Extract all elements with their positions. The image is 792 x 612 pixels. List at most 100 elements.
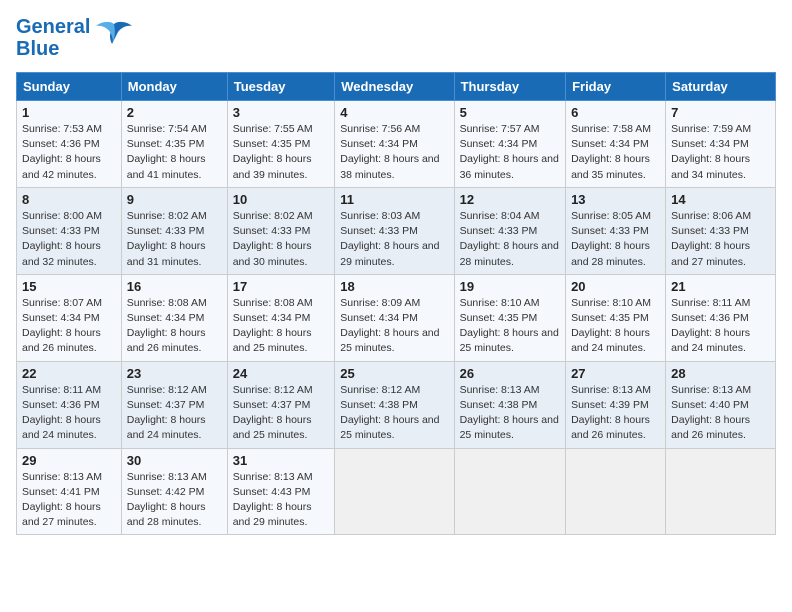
day-number: 2 — [127, 105, 222, 120]
day-number: 8 — [22, 192, 116, 207]
day-info: Sunrise: 7:57 AMSunset: 4:34 PMDaylight:… — [460, 122, 560, 183]
calendar-day-cell — [566, 448, 666, 535]
logo: General Blue — [16, 16, 132, 60]
calendar-week-row: 1 Sunrise: 7:53 AMSunset: 4:36 PMDaylight… — [17, 101, 776, 188]
calendar-day-cell: 30Sunrise: 8:13 AMSunset: 4:42 PMDayligh… — [121, 448, 227, 535]
calendar-day-cell: 6 Sunrise: 7:58 AMSunset: 4:34 PMDaylight… — [566, 101, 666, 188]
calendar-day-cell: 7Sunrise: 7:59 AMSunset: 4:34 PMDaylight… — [666, 101, 776, 188]
weekday-header-tuesday: Tuesday — [227, 73, 335, 101]
calendar-day-cell: 25 Sunrise: 8:12 AMSunset: 4:38 PMDayligh… — [335, 361, 454, 448]
day-info: Sunrise: 8:13 AMSunset: 4:40 PMDaylight:… — [671, 383, 770, 444]
calendar-table: SundayMondayTuesdayWednesdayThursdayFrid… — [16, 72, 776, 535]
day-number: 28 — [671, 366, 770, 381]
calendar-body: 1 Sunrise: 7:53 AMSunset: 4:36 PMDaylight… — [17, 101, 776, 535]
day-info: Sunrise: 8:11 AMSunset: 4:36 PMDaylight:… — [22, 383, 116, 444]
day-info: Sunrise: 8:10 AMSunset: 4:35 PMDaylight:… — [571, 296, 660, 357]
calendar-day-cell: 31Sunrise: 8:13 AMSunset: 4:43 PMDayligh… — [227, 448, 335, 535]
day-number: 21 — [671, 279, 770, 294]
day-info: Sunrise: 8:13 AMSunset: 4:38 PMDaylight:… — [460, 383, 560, 444]
calendar-week-row: 15 Sunrise: 8:07 AMSunset: 4:34 PMDayligh… — [17, 274, 776, 361]
calendar-day-cell: 10 Sunrise: 8:02 AMSunset: 4:33 PMDayligh… — [227, 187, 335, 274]
calendar-day-cell: 19Sunrise: 8:10 AMSunset: 4:35 PMDayligh… — [454, 274, 565, 361]
day-info: Sunrise: 8:12 AMSunset: 4:37 PMDaylight:… — [233, 383, 330, 444]
day-number: 5 — [460, 105, 560, 120]
calendar-header: SundayMondayTuesdayWednesdayThursdayFrid… — [17, 73, 776, 101]
day-number: 12 — [460, 192, 560, 207]
calendar-day-cell: 22 Sunrise: 8:11 AMSunset: 4:36 PMDayligh… — [17, 361, 122, 448]
day-info: Sunrise: 7:59 AMSunset: 4:34 PMDaylight:… — [671, 122, 770, 183]
day-number: 27 — [571, 366, 660, 381]
day-number: 15 — [22, 279, 116, 294]
page-header: General Blue — [16, 16, 776, 60]
day-number: 20 — [571, 279, 660, 294]
calendar-week-row: 8 Sunrise: 8:00 AMSunset: 4:33 PMDaylight… — [17, 187, 776, 274]
calendar-day-cell: 23 Sunrise: 8:12 AMSunset: 4:37 PMDayligh… — [121, 361, 227, 448]
day-info: Sunrise: 8:07 AMSunset: 4:34 PMDaylight:… — [22, 296, 116, 357]
weekday-header-saturday: Saturday — [666, 73, 776, 101]
calendar-day-cell: 24Sunrise: 8:12 AMSunset: 4:37 PMDayligh… — [227, 361, 335, 448]
day-number: 29 — [22, 453, 116, 468]
day-number: 9 — [127, 192, 222, 207]
logo-bird-icon — [96, 20, 132, 48]
calendar-day-cell — [454, 448, 565, 535]
day-info: Sunrise: 7:56 AMSunset: 4:34 PMDaylight:… — [340, 122, 448, 183]
calendar-day-cell: 15 Sunrise: 8:07 AMSunset: 4:34 PMDayligh… — [17, 274, 122, 361]
day-number: 31 — [233, 453, 330, 468]
day-info: Sunrise: 8:09 AMSunset: 4:34 PMDaylight:… — [340, 296, 448, 357]
day-info: Sunrise: 8:02 AMSunset: 4:33 PMDaylight:… — [233, 209, 330, 270]
day-number: 16 — [127, 279, 222, 294]
day-info: Sunrise: 8:00 AMSunset: 4:33 PMDaylight:… — [22, 209, 116, 270]
weekday-header-thursday: Thursday — [454, 73, 565, 101]
calendar-day-cell: 4 Sunrise: 7:56 AMSunset: 4:34 PMDaylight… — [335, 101, 454, 188]
calendar-day-cell: 20 Sunrise: 8:10 AMSunset: 4:35 PMDayligh… — [566, 274, 666, 361]
day-number: 30 — [127, 453, 222, 468]
day-number: 25 — [340, 366, 448, 381]
day-number: 3 — [233, 105, 330, 120]
day-number: 4 — [340, 105, 448, 120]
day-info: Sunrise: 8:06 AMSunset: 4:33 PMDaylight:… — [671, 209, 770, 270]
calendar-day-cell: 9 Sunrise: 8:02 AMSunset: 4:33 PMDaylight… — [121, 187, 227, 274]
day-number: 26 — [460, 366, 560, 381]
day-info: Sunrise: 8:05 AMSunset: 4:33 PMDaylight:… — [571, 209, 660, 270]
day-number: 22 — [22, 366, 116, 381]
calendar-day-cell: 14 Sunrise: 8:06 AMSunset: 4:33 PMDayligh… — [666, 187, 776, 274]
weekday-header-friday: Friday — [566, 73, 666, 101]
calendar-day-cell: 3Sunrise: 7:55 AMSunset: 4:35 PMDaylight… — [227, 101, 335, 188]
day-number: 17 — [233, 279, 330, 294]
weekday-header-monday: Monday — [121, 73, 227, 101]
day-number: 10 — [233, 192, 330, 207]
day-info: Sunrise: 7:54 AMSunset: 4:35 PMDaylight:… — [127, 122, 222, 183]
calendar-day-cell: 29Sunrise: 8:13 AMSunset: 4:41 PMDayligh… — [17, 448, 122, 535]
day-info: Sunrise: 7:53 AMSunset: 4:36 PMDaylight:… — [22, 122, 116, 183]
day-number: 14 — [671, 192, 770, 207]
day-number: 1 — [22, 105, 116, 120]
day-info: Sunrise: 8:04 AMSunset: 4:33 PMDaylight:… — [460, 209, 560, 270]
day-info: Sunrise: 8:03 AMSunset: 4:33 PMDaylight:… — [340, 209, 448, 270]
logo-text: General — [16, 16, 90, 38]
day-info: Sunrise: 8:08 AMSunset: 4:34 PMDaylight:… — [233, 296, 330, 357]
calendar-day-cell: 28 Sunrise: 8:13 AMSunset: 4:40 PMDayligh… — [666, 361, 776, 448]
calendar-day-cell: 21 Sunrise: 8:11 AMSunset: 4:36 PMDayligh… — [666, 274, 776, 361]
day-number: 18 — [340, 279, 448, 294]
day-number: 23 — [127, 366, 222, 381]
day-info: Sunrise: 8:12 AMSunset: 4:38 PMDaylight:… — [340, 383, 448, 444]
day-info: Sunrise: 8:12 AMSunset: 4:37 PMDaylight:… — [127, 383, 222, 444]
calendar-day-cell: 13Sunrise: 8:05 AMSunset: 4:33 PMDayligh… — [566, 187, 666, 274]
day-info: Sunrise: 8:02 AMSunset: 4:33 PMDaylight:… — [127, 209, 222, 270]
logo-text-blue: Blue — [16, 38, 90, 60]
calendar-week-row: 29Sunrise: 8:13 AMSunset: 4:41 PMDayligh… — [17, 448, 776, 535]
day-info: Sunrise: 8:10 AMSunset: 4:35 PMDaylight:… — [460, 296, 560, 357]
calendar-day-cell: 27 Sunrise: 8:13 AMSunset: 4:39 PMDayligh… — [566, 361, 666, 448]
calendar-day-cell: 5 Sunrise: 7:57 AMSunset: 4:34 PMDaylight… — [454, 101, 565, 188]
weekday-header-wednesday: Wednesday — [335, 73, 454, 101]
calendar-day-cell: 18 Sunrise: 8:09 AMSunset: 4:34 PMDayligh… — [335, 274, 454, 361]
calendar-day-cell: 17 Sunrise: 8:08 AMSunset: 4:34 PMDayligh… — [227, 274, 335, 361]
calendar-week-row: 22 Sunrise: 8:11 AMSunset: 4:36 PMDayligh… — [17, 361, 776, 448]
calendar-day-cell: 12 Sunrise: 8:04 AMSunset: 4:33 PMDayligh… — [454, 187, 565, 274]
day-number: 6 — [571, 105, 660, 120]
calendar-day-cell: 11Sunrise: 8:03 AMSunset: 4:33 PMDayligh… — [335, 187, 454, 274]
weekday-header-row: SundayMondayTuesdayWednesdayThursdayFrid… — [17, 73, 776, 101]
day-info: Sunrise: 8:13 AMSunset: 4:39 PMDaylight:… — [571, 383, 660, 444]
day-info: Sunrise: 7:58 AMSunset: 4:34 PMDaylight:… — [571, 122, 660, 183]
day-info: Sunrise: 8:11 AMSunset: 4:36 PMDaylight:… — [671, 296, 770, 357]
